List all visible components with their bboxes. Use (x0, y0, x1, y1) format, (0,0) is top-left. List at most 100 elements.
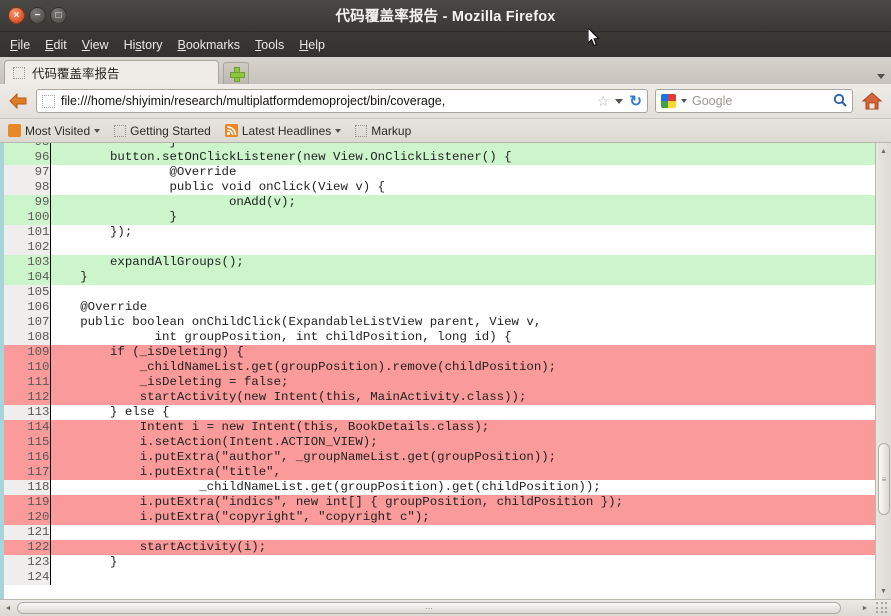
code-line-row: 105 (4, 285, 875, 300)
chevron-down-icon[interactable] (681, 99, 687, 103)
menu-bar: File Edit View History Bookmarks Tools H… (0, 32, 891, 57)
line-source: }); (50, 225, 875, 240)
chevron-down-icon[interactable] (615, 99, 623, 104)
line-number: 103 (4, 255, 50, 270)
menu-item-view[interactable]: View (82, 38, 109, 52)
menu-item-tools[interactable]: Tools (255, 38, 284, 52)
new-tab-button[interactable] (223, 62, 249, 84)
line-source: i.setAction(Intent.ACTION_VIEW); (50, 435, 875, 450)
code-line-row: 122 startActivity(i); (4, 540, 875, 555)
code-line-row: 110 _childNameList.get(groupPosition).re… (4, 360, 875, 375)
line-source: Intent i = new Intent(this, BookDetails.… (50, 420, 875, 435)
close-window-button[interactable]: × (8, 7, 25, 24)
line-number: 119 (4, 495, 50, 510)
scroll-down-button[interactable]: ▼ (876, 583, 891, 599)
code-line-row: 124 (4, 570, 875, 585)
menu-item-edit[interactable]: Edit (45, 38, 67, 52)
code-line-row: 103 expandAllGroups(); (4, 255, 875, 270)
line-source: startActivity(i); (50, 540, 875, 555)
window-title: 代码覆盖率报告 - Mozilla Firefox (0, 5, 891, 26)
line-number: 97 (4, 165, 50, 180)
bookmark-getting-started[interactable]: Getting Started (114, 124, 211, 138)
code-line-row: 114 Intent i = new Intent(this, BookDeta… (4, 420, 875, 435)
resize-grip[interactable] (876, 602, 889, 615)
code-line-row: 106 @Override (4, 300, 875, 315)
code-listing-viewport[interactable]: 95 }96 button.setOnClickListener(new Vie… (4, 143, 875, 599)
line-source (50, 285, 875, 300)
google-icon[interactable] (661, 94, 676, 108)
code-line-row: 123 } (4, 555, 875, 570)
horizontal-scrollbar-thumb[interactable]: ⋯ (17, 602, 841, 614)
line-number: 110 (4, 360, 50, 375)
code-line-row: 98 public void onClick(View v) { (4, 180, 875, 195)
search-input[interactable]: Google (692, 94, 828, 108)
home-button[interactable] (860, 91, 884, 111)
bookmark-star-icon[interactable]: ☆ (597, 93, 610, 110)
minimize-icon: − (35, 11, 41, 21)
line-source: @Override (50, 300, 875, 315)
code-line-row: 117 i.putExtra("title", (4, 465, 875, 480)
scroll-left-button[interactable]: ◄ (0, 600, 16, 616)
tab-coverage-report[interactable]: 代码覆盖率报告 (4, 60, 219, 84)
line-number: 104 (4, 270, 50, 285)
code-line-row: 102 (4, 240, 875, 255)
code-line-row: 95 } (4, 143, 875, 150)
line-number: 123 (4, 555, 50, 570)
scroll-up-button[interactable]: ▲ (876, 143, 891, 159)
dotted-page-icon (355, 125, 367, 137)
site-identity-icon (42, 95, 55, 108)
line-source: onAdd(v); (50, 195, 875, 210)
horizontal-scrollbar[interactable]: ◄ ⋯ ► (0, 599, 891, 616)
menu-item-bookmarks[interactable]: Bookmarks (178, 38, 241, 52)
chevron-down-icon[interactable] (877, 74, 885, 79)
line-number: 107 (4, 315, 50, 330)
line-source: _isDeleting = false; (50, 375, 875, 390)
line-number: 115 (4, 435, 50, 450)
maximize-window-button[interactable]: □ (50, 7, 67, 24)
line-source: public void onClick(View v) { (50, 180, 875, 195)
line-source: } (50, 210, 875, 225)
menu-item-history[interactable]: History (124, 38, 163, 52)
tab-strip: 代码覆盖率报告 (0, 57, 891, 84)
bookmark-label: Getting Started (130, 124, 211, 138)
line-source (50, 570, 875, 585)
code-line-row: 99 onAdd(v); (4, 195, 875, 210)
page-content: 95 }96 button.setOnClickListener(new Vie… (0, 143, 891, 599)
reload-icon[interactable]: ↻ (629, 92, 642, 110)
line-source: } else { (50, 405, 875, 420)
bookmark-latest-headlines[interactable]: Latest Headlines (225, 124, 341, 138)
dotted-page-icon (114, 125, 126, 137)
scroll-right-button[interactable]: ► (857, 600, 873, 616)
line-number: 122 (4, 540, 50, 555)
tab-label: 代码覆盖率报告 (32, 63, 120, 82)
bookmark-most-visited[interactable]: Most Visited (8, 124, 100, 138)
navigation-bar: file:///home/shiyimin/research/multiplat… (0, 84, 891, 118)
browser-chrome: 代码覆盖率报告 file:///home/shiyimin/research/m… (0, 57, 891, 143)
code-line-row: 108 int groupPosition, int childPosition… (4, 330, 875, 345)
rss-icon (225, 124, 238, 137)
line-source: expandAllGroups(); (50, 255, 875, 270)
minimize-window-button[interactable]: − (29, 7, 46, 24)
search-icon[interactable] (833, 93, 847, 110)
url-text: file:///home/shiyimin/research/multiplat… (61, 94, 591, 108)
line-number: 106 (4, 300, 50, 315)
close-icon: × (14, 11, 20, 21)
address-bar[interactable]: file:///home/shiyimin/research/multiplat… (36, 89, 648, 113)
grip-icon: ≡ (882, 478, 887, 481)
back-button[interactable] (7, 90, 29, 112)
code-line-row: 120 i.putExtra("copyright", "copyright c… (4, 510, 875, 525)
bookmark-label: Markup (371, 124, 411, 138)
line-source (50, 525, 875, 540)
grip-icon: ⋯ (425, 607, 433, 610)
code-line-row: 100 } (4, 210, 875, 225)
bookmark-markup[interactable]: Markup (355, 124, 411, 138)
most-visited-icon (8, 124, 21, 137)
menu-item-help[interactable]: Help (299, 38, 325, 52)
vertical-scrollbar-thumb[interactable]: ≡ (878, 443, 890, 515)
line-source: i.putExtra("title", (50, 465, 875, 480)
code-line-row: 115 i.setAction(Intent.ACTION_VIEW); (4, 435, 875, 450)
search-bar[interactable]: Google (655, 89, 853, 113)
vertical-scrollbar[interactable]: ▲ ≡ ▼ (875, 143, 891, 599)
menu-item-file[interactable]: File (10, 38, 30, 52)
code-line-row: 111 _isDeleting = false; (4, 375, 875, 390)
